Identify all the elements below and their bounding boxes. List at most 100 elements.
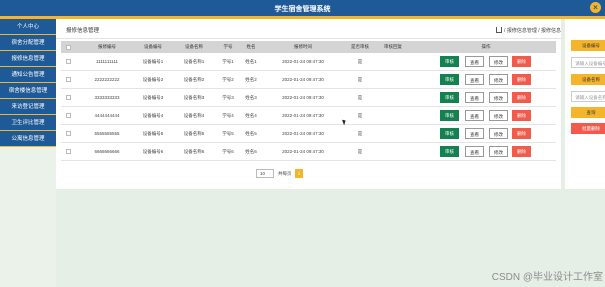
cell-device-no: 设备编号2: [142, 77, 164, 82]
table-row: 2222222222 设备编号2 设备名称2 学号2 姓名2 2022-01-2…: [61, 71, 556, 89]
header-student-no: 学号: [223, 44, 233, 49]
search-panel: 设备编号 请输入设备编号 设备名称 请输入设备名称 查询 批量删除: [565, 19, 605, 189]
cell-device-no: 设备编号5: [142, 131, 164, 136]
cell-repair-no: 5555555555: [94, 131, 120, 136]
header-device-name: 设备名称: [185, 44, 203, 49]
edit-button[interactable]: 修改: [489, 74, 508, 85]
device-no-input[interactable]: 请输入设备编号: [571, 57, 605, 68]
page-button-current[interactable]: 1: [295, 169, 303, 178]
delete-button[interactable]: 删除: [512, 110, 531, 121]
sidebar-item-building[interactable]: 宿舍楼信息管理: [0, 83, 56, 99]
cell-time: 2022-01-24 09:47:30: [282, 131, 324, 136]
header-reply: 审核回复: [384, 44, 402, 49]
breadcrumb-text[interactable]: / 报修信息管理 / 报修信息: [504, 28, 561, 34]
edit-button[interactable]: 修改: [489, 128, 508, 139]
cell-reviewed: 是: [357, 95, 363, 100]
sidebar-item-apartment[interactable]: 公寓信息管理: [0, 131, 56, 147]
approve-button[interactable]: 审核: [440, 92, 459, 103]
home-icon[interactable]: [496, 27, 503, 33]
view-button[interactable]: 查看: [465, 56, 484, 67]
cell-student-no: 学号3: [222, 95, 234, 100]
table-row: 4444444444 设备编号4 设备名称4 学号4 姓名4 2022-01-2…: [61, 107, 556, 125]
row-checkbox[interactable]: [66, 59, 71, 64]
device-name-input[interactable]: 请输入设备名称: [571, 91, 605, 102]
edit-button[interactable]: 修改: [489, 146, 508, 157]
main-content: 报修信息管理 / 报修信息管理 / 报修信息 报修编号 设备编号 设备名称 学号…: [56, 19, 561, 189]
cell-device-name: 设备名称3: [183, 95, 205, 100]
watermark: CSDN @毕业设计工作室: [491, 272, 603, 283]
title-bar: 学生宿舍管理系统 ×: [0, 0, 605, 16]
search-button[interactable]: 查询: [571, 107, 605, 118]
cell-device-name: 设备名称5: [183, 131, 205, 136]
delete-button[interactable]: 删除: [512, 128, 531, 139]
approve-button[interactable]: 审核: [440, 56, 459, 67]
app-title: 学生宿舍管理系统: [274, 6, 331, 13]
approve-button[interactable]: 审核: [440, 110, 459, 121]
approve-button[interactable]: 审核: [440, 146, 459, 157]
cell-reviewed: 是: [357, 149, 363, 154]
cell-device-name: 设备名称6: [183, 149, 205, 154]
cell-device-name: 设备名称1: [183, 59, 205, 64]
select-all-checkbox[interactable]: [66, 45, 71, 50]
sidebar-item-repair[interactable]: 报修信息管理: [0, 51, 56, 67]
row-checkbox[interactable]: [66, 131, 71, 136]
delete-button[interactable]: 删除: [512, 146, 531, 157]
header-device-no: 设备编号: [144, 44, 162, 49]
close-icon[interactable]: ×: [590, 2, 601, 13]
table-row: 5555555555 设备编号5 设备名称5 学号5 姓名5 2022-01-2…: [61, 125, 556, 143]
approve-button[interactable]: 审核: [440, 74, 459, 85]
sidebar: 个人中心 宿舍分配管理 报修信息管理 通知公告管理 宿舍楼信息管理 来访登记管理…: [0, 19, 56, 287]
sidebar-item-dorm-assign[interactable]: 宿舍分配管理: [0, 35, 56, 51]
cell-student-no: 学号6: [222, 149, 234, 154]
header-repair-no: 报修编号: [98, 44, 116, 49]
sidebar-item-hygiene[interactable]: 卫生评比管理: [0, 115, 56, 131]
cell-device-name: 设备名称4: [183, 113, 205, 118]
cell-repair-no: 3333333333: [94, 95, 120, 100]
cell-time: 2022-01-24 09:47:30: [282, 149, 324, 154]
cell-name: 姓名2: [245, 77, 257, 82]
device-name-label: 设备名称: [571, 74, 605, 85]
cell-device-no: 设备编号1: [142, 59, 164, 64]
row-checkbox[interactable]: [66, 95, 71, 100]
view-button[interactable]: 查看: [465, 110, 484, 121]
table-row: 1111111111 设备编号1 设备名称1 学号1 姓名1 2022-01-2…: [61, 53, 556, 71]
row-checkbox[interactable]: [66, 77, 71, 82]
edit-button[interactable]: 修改: [489, 56, 508, 67]
delete-button[interactable]: 删除: [512, 74, 531, 85]
table-row: 6666666666 设备编号6 设备名称6 学号6 姓名6 2022-01-2…: [61, 143, 556, 161]
cell-repair-no: 4444444444: [94, 113, 120, 118]
delete-button[interactable]: 删除: [512, 92, 531, 103]
row-checkbox[interactable]: [66, 149, 71, 154]
sidebar-item-notice[interactable]: 通知公告管理: [0, 67, 56, 83]
sidebar-item-profile[interactable]: 个人中心: [0, 19, 56, 35]
cell-reviewed: 是: [357, 77, 363, 82]
cell-repair-no: 6666666666: [94, 149, 120, 154]
delete-button[interactable]: 删除: [512, 56, 531, 67]
cell-time: 2022-01-24 09:47:30: [282, 59, 324, 64]
edit-button[interactable]: 修改: [489, 92, 508, 103]
sidebar-item-visitor[interactable]: 来访登记管理: [0, 99, 56, 115]
table-row: 3333333333 设备编号3 设备名称3 学号3 姓名3 2022-01-2…: [61, 89, 556, 107]
view-button[interactable]: 查看: [465, 146, 484, 157]
page-size-select[interactable]: 10: [256, 169, 274, 178]
cell-student-no: 学号4: [222, 113, 234, 118]
table-header: 报修编号 设备编号 设备名称 学号 姓名 报修时间 是否审核 审核回复 操作: [61, 41, 556, 53]
cell-student-no: 学号5: [222, 131, 234, 136]
repair-table: 报修编号 设备编号 设备名称 学号 姓名 报修时间 是否审核 审核回复 操作 1…: [61, 41, 556, 161]
view-button[interactable]: 查看: [465, 74, 484, 85]
cell-time: 2022-01-24 09:47:30: [282, 113, 324, 118]
cell-reviewed: 是: [357, 113, 363, 118]
cell-repair-no: 2222222222: [94, 77, 120, 82]
cell-name: 姓名1: [245, 59, 257, 64]
view-button[interactable]: 查看: [465, 128, 484, 139]
approve-button[interactable]: 审核: [440, 128, 459, 139]
cell-name: 姓名3: [245, 95, 257, 100]
cell-reviewed: 是: [357, 131, 363, 136]
cell-device-no: 设备编号6: [142, 149, 164, 154]
cell-device-name: 设备名称2: [183, 77, 205, 82]
cell-name: 姓名6: [245, 149, 257, 154]
batch-delete-button[interactable]: 批量删除: [571, 123, 605, 134]
view-button[interactable]: 查看: [465, 92, 484, 103]
row-checkbox[interactable]: [66, 113, 71, 118]
edit-button[interactable]: 修改: [489, 110, 508, 121]
